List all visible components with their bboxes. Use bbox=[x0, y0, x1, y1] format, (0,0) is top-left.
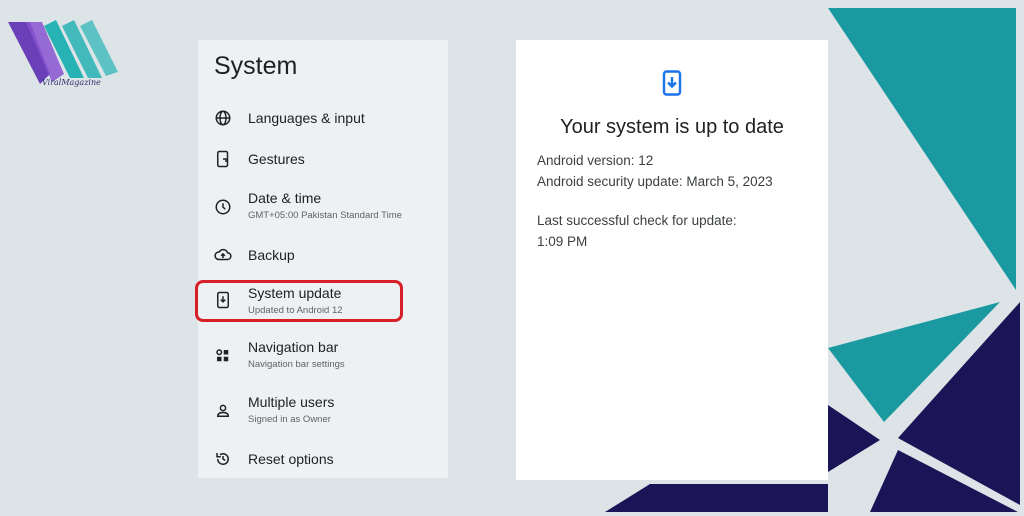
teal-triangle-top bbox=[828, 8, 1016, 290]
decorative-shapes bbox=[605, 8, 1020, 512]
android-version-text: Android version: 12 bbox=[537, 153, 654, 168]
menu-item-subtitle: Signed in as Owner bbox=[248, 414, 331, 425]
highlight-box bbox=[195, 280, 403, 322]
menu-item-multiple-users[interactable]: Multiple users Signed in as Owner bbox=[198, 392, 448, 432]
menu-item-label: Multiple users bbox=[248, 394, 335, 410]
menu-item-label: Languages & input bbox=[248, 110, 365, 126]
security-update-text: Android security update: March 5, 2023 bbox=[537, 174, 773, 189]
menu-item-label: Date & time bbox=[248, 190, 322, 206]
brand-logo-text: ViralMagazine bbox=[42, 78, 101, 87]
last-check-time: 1:09 PM bbox=[537, 234, 588, 249]
menu-item-subtitle: Navigation bar settings bbox=[248, 359, 345, 370]
menu-item-date-time[interactable]: Date & time GMT+05:00 Pakistan Standard … bbox=[198, 188, 448, 228]
update-status-title: Your system is up to date bbox=[560, 116, 784, 138]
clock-icon bbox=[214, 198, 232, 216]
menu-item-navigation-bar[interactable]: Navigation bar Navigation bar settings bbox=[198, 337, 448, 377]
navy-strip-bottom bbox=[605, 484, 828, 512]
menu-item-subtitle: GMT+05:00 Pakistan Standard Time bbox=[248, 210, 402, 221]
cloud-upload-icon bbox=[214, 246, 232, 264]
settings-panel: System Languages & input Gestures Date &… bbox=[195, 40, 448, 478]
navy-triangle-center bbox=[828, 405, 880, 472]
menu-item-languages-input[interactable]: Languages & input bbox=[198, 104, 448, 144]
menu-item-label: Backup bbox=[248, 247, 295, 263]
menu-item-gestures[interactable]: Gestures bbox=[198, 145, 448, 185]
phone-gesture-icon bbox=[214, 150, 232, 168]
person-icon bbox=[214, 402, 232, 420]
menu-item-label: Reset options bbox=[248, 451, 334, 467]
menu-item-backup[interactable]: Backup bbox=[198, 241, 448, 281]
menu-item-label: Navigation bar bbox=[248, 339, 339, 355]
system-update-icon bbox=[662, 70, 682, 96]
system-update-detail-panel: Your system is up to date Android versio… bbox=[516, 40, 828, 480]
globe-icon bbox=[214, 109, 232, 127]
last-check-label: Last successful check for update: bbox=[537, 213, 737, 228]
page-title: System bbox=[214, 52, 298, 80]
navigation-bar-icon bbox=[214, 347, 232, 365]
menu-item-reset-options[interactable]: Reset options bbox=[198, 445, 448, 485]
menu-item-label: Gestures bbox=[248, 151, 305, 167]
history-icon bbox=[214, 450, 232, 468]
